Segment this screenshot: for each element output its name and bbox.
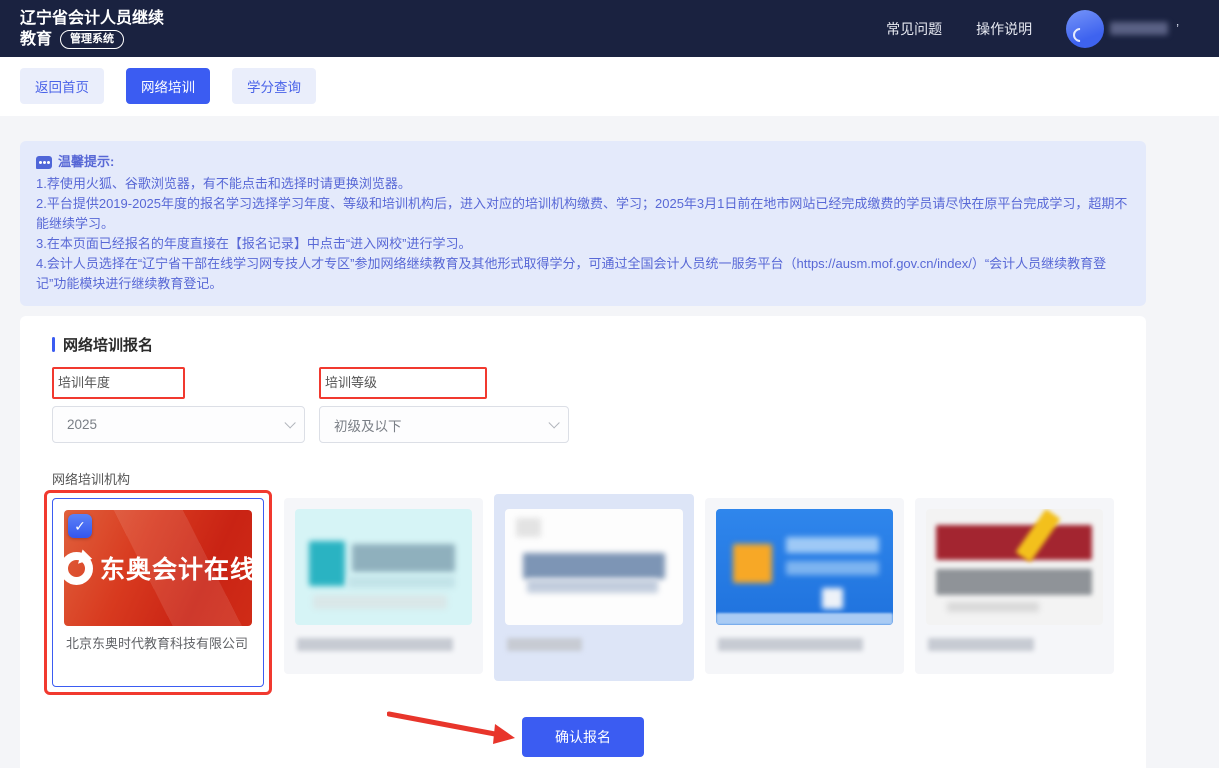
dongao-logo-icon [64, 552, 93, 585]
institution-name-redacted [297, 638, 453, 651]
user-name-redacted [1110, 22, 1168, 35]
tips-title: 温馨提示: [58, 152, 114, 172]
tab-bar: 返回首页 网络培训 学分查询 [0, 57, 1219, 116]
institution-card-selected[interactable]: ✓ 东奥会计在线 北京东奥时代教育科技有限公司 [52, 498, 264, 687]
institution-name-redacted [928, 638, 1034, 651]
institution-card-redacted-2[interactable] [284, 498, 483, 674]
system-badge: 管理系统 [60, 30, 124, 49]
tab-network-training[interactable]: 网络培训 [126, 68, 210, 104]
institution-name: 北京东奥时代教育科技有限公司 [66, 635, 250, 673]
faq-link[interactable]: 常见问题 [886, 19, 942, 39]
institution-list: ✓ 东奥会计在线 北京东奥时代教育科技有限公司 [52, 498, 1114, 695]
red-annotation-year-label: 培训年度 [52, 367, 185, 399]
section-bar-icon [52, 337, 55, 352]
level-select-value: 初级及以下 [334, 415, 402, 435]
tab-home[interactable]: 返回首页 [20, 68, 104, 104]
app-title-line2: 教育 [20, 29, 52, 50]
message-icon [36, 156, 52, 169]
dongao-logo-text: 东奥会计在线 [100, 550, 252, 586]
signup-section-title: 网络培训报名 [52, 334, 1114, 355]
tips-line-1: 1.荐使用火狐、谷歌浏览器，有不能点击和选择时请更换浏览器。 [36, 174, 1130, 194]
institution-logo-redacted [295, 509, 472, 625]
year-label: 培训年度 [58, 375, 110, 390]
red-arrow-annotation [387, 709, 519, 751]
signup-panel: 网络培训报名 培训年度 2025 培训等级 初级及以下 [20, 316, 1146, 768]
app-title: 辽宁省会计人员继续 教育 管理系统 [20, 8, 164, 50]
institution-name-redacted [507, 638, 581, 651]
institution-logo-dongao: ✓ 东奥会计在线 [64, 510, 252, 626]
institution-logo-redacted [505, 509, 682, 625]
app-title-line1: 辽宁省会计人员继续 [20, 8, 164, 29]
institution-card-redacted-5[interactable] [915, 498, 1114, 674]
level-select[interactable]: 初级及以下 [319, 406, 569, 443]
red-annotation-institution: ✓ 东奥会计在线 北京东奥时代教育科技有限公司 [44, 490, 272, 695]
year-select[interactable]: 2025 [52, 406, 305, 443]
checkbox-checked-icon[interactable]: ✓ [68, 514, 92, 538]
chevron-down-icon [548, 417, 559, 428]
app-header: 辽宁省会计人员继续 教育 管理系统 常见问题 操作说明 ’ [0, 0, 1219, 57]
org-label: 网络培训机构 [52, 469, 1114, 488]
institution-logo-redacted [926, 509, 1103, 625]
institution-name-redacted [718, 638, 863, 651]
tips-box: 温馨提示: 1.荐使用火狐、谷歌浏览器，有不能点击和选择时请更换浏览器。 2.平… [20, 141, 1146, 306]
tips-line-3: 3.在本页面已经报名的年度直接在【报名记录】中点击“进入网校”进行学习。 [36, 234, 1130, 254]
tips-line-2: 2.平台提供2019-2025年度的报名学习选择学习年度、等级和培训机构后，进入… [36, 194, 1130, 234]
user-name-mark: ’ [1176, 21, 1179, 36]
level-label: 培训等级 [325, 375, 377, 390]
user-menu[interactable]: ’ [1066, 10, 1179, 48]
manual-link[interactable]: 操作说明 [976, 19, 1032, 39]
tab-credit-query[interactable]: 学分查询 [232, 68, 316, 104]
tips-line-4: 4.会计人员选择在“辽宁省干部在线学习网专技人才专区”参加网络继续教育及其他形式… [36, 254, 1130, 294]
chevron-down-icon [284, 417, 295, 428]
institution-logo-redacted [716, 509, 893, 625]
red-annotation-level-label: 培训等级 [319, 367, 487, 399]
institution-card-redacted-4[interactable] [705, 498, 904, 674]
institution-card-redacted-3[interactable] [494, 494, 693, 681]
confirm-signup-button[interactable]: 确认报名 [522, 717, 644, 757]
year-select-value: 2025 [67, 417, 97, 432]
user-avatar-icon [1066, 10, 1104, 48]
